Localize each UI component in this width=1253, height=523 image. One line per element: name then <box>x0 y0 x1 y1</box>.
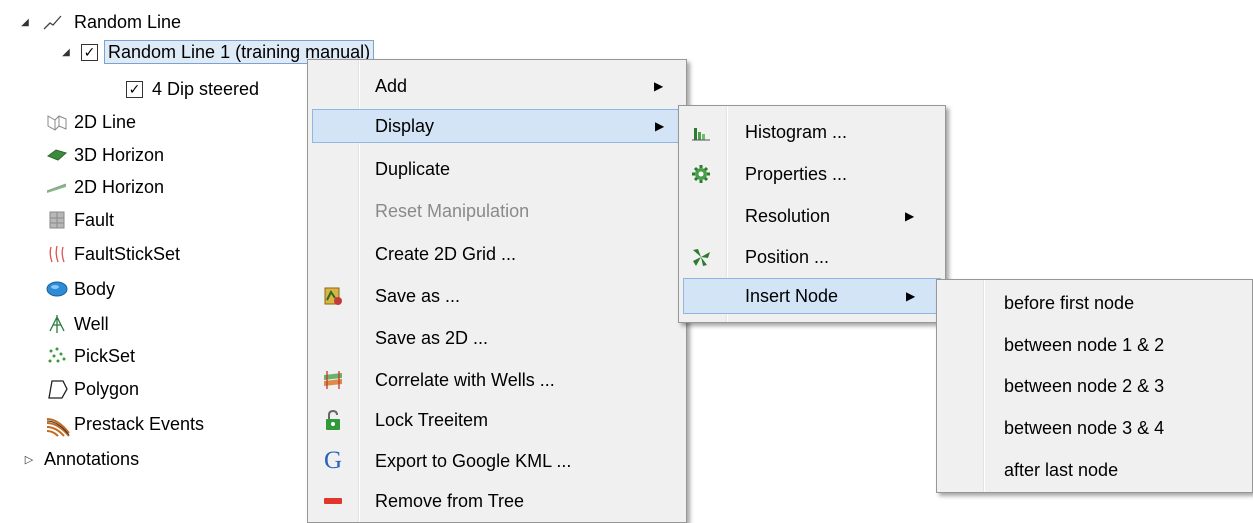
display-submenu: Histogram ... Properties ... Resolution … <box>678 105 946 323</box>
random-line-icon <box>42 11 64 33</box>
tree-item-label: Well <box>74 313 109 334</box>
tree-item-label: Polygon <box>74 378 140 399</box>
menu-item-label: Create 2D Grid ... <box>375 243 517 264</box>
well-icon <box>46 313 68 335</box>
correlate-wells-icon <box>322 369 344 391</box>
position-icon <box>690 246 712 268</box>
submenu-arrow-icon: ▶ <box>906 289 916 303</box>
tree-item-pickset[interactable]: PickSet <box>46 341 135 371</box>
tree-item-label: FaultStickSet <box>74 243 181 264</box>
menu-item-save-as[interactable]: Save as ... <box>308 280 686 312</box>
menu-item-label: Display <box>375 115 435 136</box>
collapsed-triangle-icon[interactable]: ▷ <box>22 452 36 466</box>
lock-icon <box>322 409 344 431</box>
expand-triangle-icon[interactable]: ◢ <box>59 45 73 59</box>
tree-item-label: 2D Horizon <box>74 176 165 197</box>
menu-item-between-node-3-4[interactable]: between node 3 & 4 <box>937 411 1252 445</box>
menu-item-remove-from-tree[interactable]: Remove from Tree <box>308 485 686 517</box>
menu-item-label: Reset Manipulation <box>375 200 530 221</box>
tree-item-label: PickSet <box>74 345 136 366</box>
histogram-icon <box>690 121 712 143</box>
menu-item-label: Remove from Tree <box>375 490 525 511</box>
pickset-icon <box>46 345 68 367</box>
remove-icon <box>322 490 344 512</box>
menu-item-label: Histogram ... <box>745 121 848 142</box>
menu-item-label: Add <box>375 75 408 96</box>
menu-item-label: Properties ... <box>745 163 848 184</box>
menu-item-save-as-2d[interactable]: Save as 2D ... <box>308 322 686 354</box>
checkbox-checked-icon[interactable]: ✓ <box>126 80 143 98</box>
google-icon: G <box>323 447 343 474</box>
body-icon <box>46 278 68 300</box>
save-as-icon <box>322 285 344 307</box>
tree-item-dip-steered[interactable]: ✓ 4 Dip steered <box>126 74 259 104</box>
menu-item-reset-manipulation: Reset Manipulation <box>308 195 686 227</box>
tree-item-2d-horizon[interactable]: 2D Horizon <box>46 172 164 202</box>
tree-item-label: Prestack Events <box>74 413 205 434</box>
menu-item-label: between node 3 & 4 <box>1004 417 1165 438</box>
menu-item-export-kml[interactable]: G Export to Google KML ... <box>308 445 686 477</box>
menu-item-histogram[interactable]: Histogram ... <box>679 115 945 149</box>
menu-item-label: Resolution <box>745 205 831 226</box>
3d-horizon-icon <box>46 144 68 166</box>
menu-item-duplicate[interactable]: Duplicate <box>308 153 686 185</box>
menu-item-add[interactable]: Add ▶ <box>308 70 686 102</box>
tree-item-body[interactable]: Body <box>46 274 115 304</box>
tree-item-prestack-events[interactable]: Prestack Events <box>46 409 204 439</box>
submenu-arrow-icon: ▶ <box>655 119 665 133</box>
tree-item-label: 2D Line <box>74 111 137 132</box>
menu-item-before-first-node[interactable]: before first node <box>937 286 1252 320</box>
menu-item-properties[interactable]: Properties ... <box>679 157 945 191</box>
menu-item-label: Save as 2D ... <box>375 327 489 348</box>
menu-item-resolution[interactable]: Resolution ▶ <box>679 199 945 233</box>
tree-item-label: 3D Horizon <box>74 144 165 165</box>
insert-node-submenu: before first node between node 1 & 2 bet… <box>936 279 1253 493</box>
tree-item-label: 4 Dip steered <box>152 78 260 99</box>
menu-item-between-node-1-2[interactable]: between node 1 & 2 <box>937 328 1252 362</box>
menu-item-label: Correlate with Wells ... <box>375 369 555 390</box>
properties-gear-icon <box>690 163 712 185</box>
menu-item-label: Insert Node <box>745 285 839 306</box>
polygon-icon <box>46 378 68 400</box>
tree-item-label: Body <box>74 278 116 299</box>
expand-triangle-icon[interactable]: ◢ <box>18 15 32 29</box>
menu-item-lock-treeitem[interactable]: Lock Treeitem <box>308 404 686 436</box>
tree-item-fault[interactable]: Fault <box>46 205 114 235</box>
menu-item-label: Position ... <box>745 246 830 267</box>
menu-item-label: between node 1 & 2 <box>1004 334 1165 355</box>
menu-item-display[interactable]: Display ▶ <box>312 109 682 143</box>
context-menu: Add ▶ Display ▶ Duplicate Reset Manipula… <box>307 59 687 523</box>
faultstickset-icon <box>46 243 68 265</box>
tree-item-random-line[interactable]: ◢ Random Line <box>18 7 181 37</box>
menu-item-between-node-2-3[interactable]: between node 2 & 3 <box>937 369 1252 403</box>
submenu-arrow-icon: ▶ <box>654 79 664 93</box>
menu-item-position[interactable]: Position ... <box>679 240 945 274</box>
fault-icon <box>46 209 68 231</box>
menu-item-create-2d-grid[interactable]: Create 2D Grid ... <box>308 238 686 270</box>
menu-item-label: Duplicate <box>375 158 451 179</box>
tree-item-2d-line[interactable]: 2D Line <box>46 107 136 137</box>
checkbox-checked-icon[interactable]: ✓ <box>81 43 98 61</box>
menu-item-insert-node[interactable]: Insert Node ▶ <box>683 278 941 314</box>
tree-item-label: Fault <box>74 209 115 230</box>
2d-line-icon <box>46 111 68 133</box>
submenu-arrow-icon: ▶ <box>905 209 915 223</box>
tree-item-polygon[interactable]: Polygon <box>46 374 139 404</box>
tree-item-annotations[interactable]: ▷ Annotations <box>22 444 139 474</box>
2d-horizon-icon <box>46 176 68 198</box>
menu-item-after-last-node[interactable]: after last node <box>937 453 1252 487</box>
tree-item-label: Annotations <box>44 448 140 469</box>
menu-item-label: before first node <box>1004 292 1135 313</box>
menu-item-label: Lock Treeitem <box>375 409 489 430</box>
tree-item-label: Random Line <box>74 11 182 32</box>
menu-item-label: after last node <box>1004 459 1119 480</box>
tree-item-well[interactable]: Well <box>46 309 109 339</box>
menu-item-label: Save as ... <box>375 285 461 306</box>
menu-item-label: Export to Google KML ... <box>375 450 572 471</box>
menu-item-label: between node 2 & 3 <box>1004 375 1165 396</box>
tree-item-faultstickset[interactable]: FaultStickSet <box>46 239 180 269</box>
menu-item-correlate-with-wells[interactable]: Correlate with Wells ... <box>308 364 686 396</box>
prestack-events-icon <box>46 413 70 437</box>
tree-item-3d-horizon[interactable]: 3D Horizon <box>46 140 164 170</box>
